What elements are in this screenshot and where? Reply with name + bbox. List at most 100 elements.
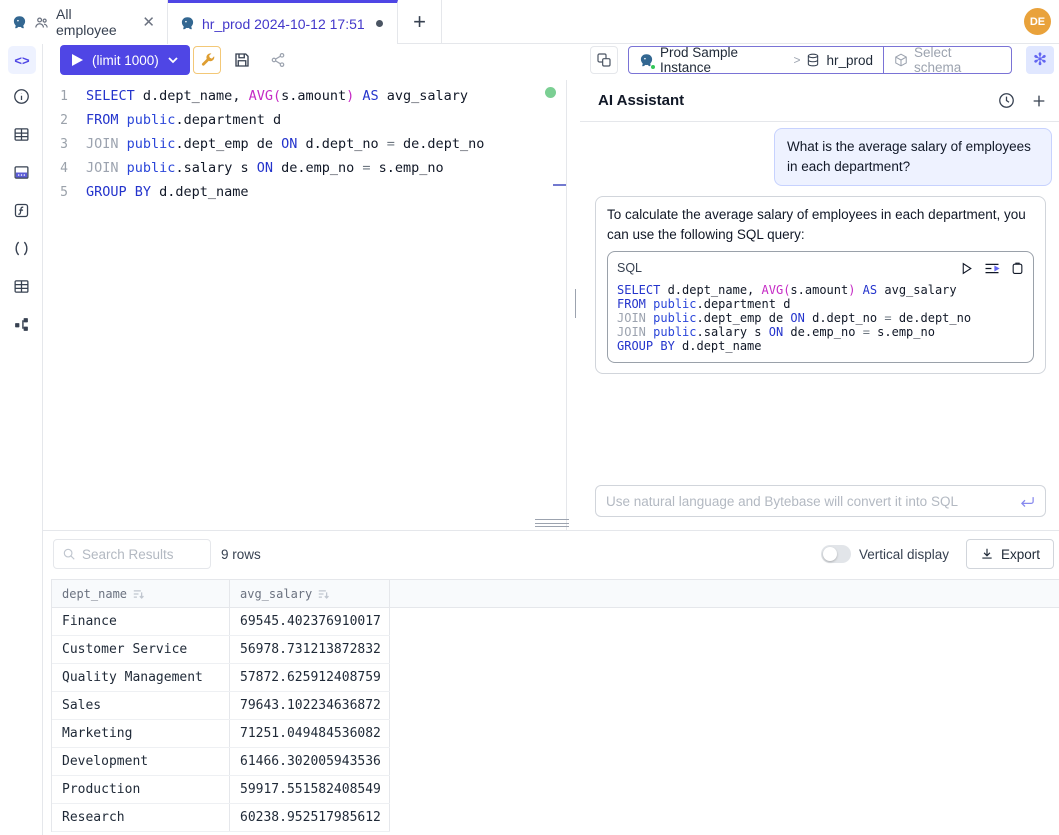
search-results-box[interactable] [53,539,211,569]
sql-editor-icon[interactable]: <> [8,46,36,74]
run-code-icon[interactable] [960,262,973,275]
cell-dept-name: Customer Service [52,636,230,663]
editor-line[interactable]: 5GROUP BY d.dept_name [43,180,566,204]
parentheses-panel-icon[interactable] [11,238,31,258]
ai-assistant-button[interactable]: ✻ [1026,46,1054,74]
tab-bar: All employee ✕ hr_prod 2024-10-12 17:51 … [0,0,1059,44]
sheet-panel-icon[interactable] [11,276,31,296]
user-message-bubble: What is the average salary of employees … [774,128,1052,186]
sort-icon[interactable] [318,589,329,599]
line-number: 3 [43,137,77,152]
share-icon [270,52,286,68]
column-header-dept-name[interactable]: dept_name [52,580,230,607]
horizontal-splitter-grip[interactable] [535,519,569,527]
postgres-icon [180,16,195,31]
ai-assistant-panel: AI Assistant What is the average salary … [580,80,1059,530]
new-chat-plus-icon[interactable] [1031,93,1047,109]
assistant-response: To calculate the average salary of emplo… [595,196,1046,374]
editor-line[interactable]: 4JOIN public.salary s ON de.emp_no = s.e… [43,156,566,180]
export-button[interactable]: Export [966,539,1054,569]
info-panel-icon[interactable] [11,86,31,106]
assistant-code-block: SQL SELECT d.dept_name, AVG(s.amount) AS… [607,251,1034,363]
table-row[interactable]: Marketing71251.049484536082 [52,720,390,748]
instance-name: Prod Sample Instance [660,45,787,75]
results-table-header: dept_name avg_salary [51,579,1059,608]
sort-icon[interactable] [133,589,144,599]
line-number: 5 [43,185,77,200]
ai-header: AI Assistant [580,80,1059,122]
schema-cube-icon [894,53,908,67]
breadcrumb-separator: > [793,53,800,67]
ai-input-box[interactable] [595,485,1046,517]
close-icon[interactable]: ✕ [142,13,155,31]
tab-hr-prod[interactable]: hr_prod 2024-10-12 17:51 [168,0,398,44]
results-table-body: Finance69545.402376910017Customer Servic… [51,608,390,832]
avatar[interactable]: DE [1024,8,1051,35]
format-sql-button[interactable] [193,46,221,74]
cell-avg-salary: 79643.102234636872 [230,692,390,719]
copy-code-icon[interactable] [1011,261,1024,275]
vertical-splitter[interactable] [566,80,567,530]
cell-dept-name: Research [52,804,230,831]
ai-code-line: SELECT d.dept_name, AVG(s.amount) AS avg… [617,283,1024,297]
run-query-button[interactable]: (limit 1000) [60,45,190,75]
results-panel: 9 rows Vertical display Export dept_name… [43,530,1059,835]
schema-selector[interactable]: Select schema [883,47,1011,73]
lineage-panel-icon[interactable] [11,314,31,334]
table-row[interactable]: Production59917.551582408549 [52,776,390,804]
cell-dept-name: Finance [52,608,230,635]
ai-panel-title: AI Assistant [598,92,684,109]
table-row[interactable]: Research60238.952517985612 [52,804,390,832]
code-text: SELECT d.dept_name, AVG(s.amount) AS avg… [77,88,468,104]
sql-editor[interactable]: 1SELECT d.dept_name, AVG(s.amount) AS av… [43,84,566,530]
postgres-icon [639,53,654,68]
vertical-display-toggle[interactable] [821,545,851,563]
save-button[interactable] [228,46,256,74]
table-row[interactable]: Customer Service56978.731213872832 [52,636,390,664]
column-header-avg-salary[interactable]: avg_salary [230,580,390,607]
ai-input[interactable] [606,494,1020,509]
functions-panel-icon[interactable] [11,200,31,220]
connection-database[interactable]: Prod Sample Instance > hr_prod [629,47,883,73]
insert-code-icon[interactable] [984,262,1000,275]
editor-line[interactable]: 2FROM public.department d [43,108,566,132]
ai-code-line: FROM public.department d [617,297,1024,311]
code-text: JOIN public.dept_emp de ON d.dept_no = d… [77,136,484,152]
table-row[interactable]: Quality Management57872.625912408759 [52,664,390,692]
play-icon [72,54,83,66]
new-tab-button[interactable]: + [398,0,442,44]
openai-icon: ✻ [1033,50,1047,70]
code-language-label: SQL [617,258,642,278]
table-row[interactable]: Sales79643.102234636872 [52,692,390,720]
tab-label: hr_prod 2024-10-12 17:51 [202,16,365,32]
shared-users-icon [34,15,49,30]
share-button[interactable] [264,46,292,74]
splitter-mark [553,184,566,186]
table-row[interactable]: Development61466.302005943536 [52,748,390,776]
assistant-response-text: To calculate the average salary of emplo… [607,205,1034,245]
cell-dept-name: Sales [52,692,230,719]
download-icon [980,547,994,561]
return-enter-icon[interactable] [1020,495,1035,508]
line-number: 1 [43,89,77,104]
tab-label: All employee [56,6,129,38]
format-statement-button[interactable] [590,46,618,74]
ai-code-line: GROUP BY d.dept_name [617,339,1024,353]
table-row[interactable]: Finance69545.402376910017 [52,608,390,636]
editor-status-dot-icon [545,87,556,98]
export-label: Export [1001,547,1040,562]
connection-selector[interactable]: Prod Sample Instance > hr_prod Select sc… [628,46,1012,74]
cell-dept-name: Marketing [52,720,230,747]
status-dot-icon [650,64,656,70]
search-results-input[interactable] [82,547,192,562]
schema-placeholder: Select schema [914,45,1001,75]
editor-line[interactable]: 3JOIN public.dept_emp de ON d.dept_no = … [43,132,566,156]
database-name: hr_prod [826,53,873,68]
schema-diagram-icon[interactable] [11,162,31,182]
cell-avg-salary: 61466.302005943536 [230,748,390,775]
database-icon [806,53,820,67]
editor-line[interactable]: 1SELECT d.dept_name, AVG(s.amount) AS av… [43,84,566,108]
history-clock-icon[interactable] [998,92,1015,109]
tab-all-employee[interactable]: All employee ✕ [0,0,168,44]
tables-panel-icon[interactable] [11,124,31,144]
